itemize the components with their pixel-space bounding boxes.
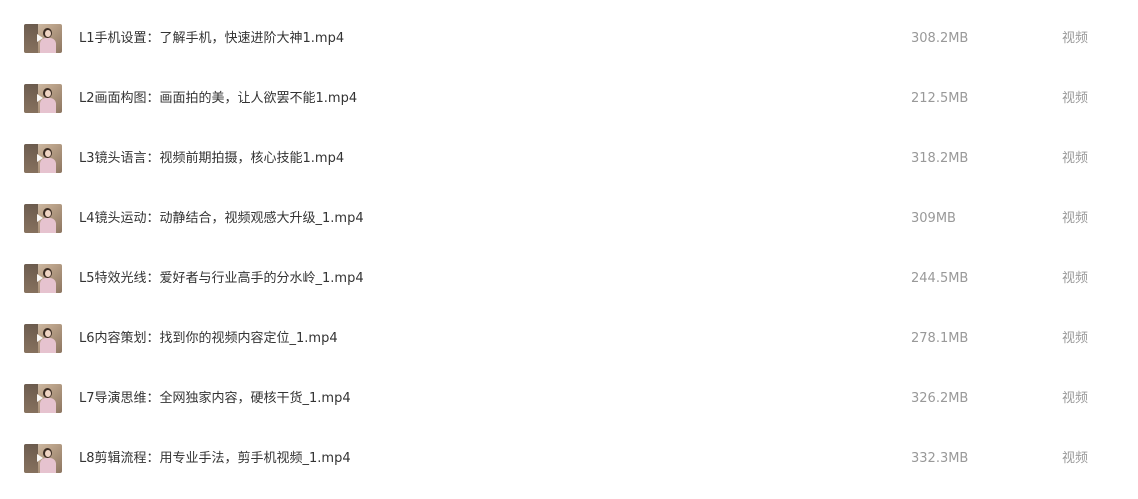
- file-size: 212.5MB: [911, 91, 969, 106]
- file-row[interactable]: L6内容策划：找到你的视频内容定位_1.mp4 278.1MB 视频: [0, 309, 1138, 369]
- file-row[interactable]: L1手机设置：了解手机，快速进阶大神1.mp4 308.2MB 视频: [0, 9, 1138, 69]
- file-type: 视频: [1062, 451, 1089, 466]
- play-icon: [37, 154, 43, 162]
- file-type: 视频: [1062, 331, 1089, 346]
- file-type: 视频: [1062, 151, 1089, 166]
- file-size: 278.1MB: [911, 331, 969, 346]
- file-row[interactable]: L2画面构图：画面拍的美，让人欲罢不能1.mp4 212.5MB 视频: [0, 69, 1138, 129]
- file-name[interactable]: L4镜头运动：动静结合，视频观感大升级_1.mp4: [79, 189, 364, 249]
- video-thumbnail-icon: [24, 384, 62, 413]
- file-row[interactable]: L3镜头语言：视频前期拍摄，核心技能1.mp4 318.2MB 视频: [0, 129, 1138, 189]
- video-thumbnail-icon: [24, 264, 62, 293]
- file-name[interactable]: L7导演思维：全网独家内容，硬核干货_1.mp4: [79, 369, 351, 429]
- file-size: 309MB: [911, 211, 956, 226]
- play-icon: [37, 274, 43, 282]
- file-row[interactable]: L4镜头运动：动静结合，视频观感大升级_1.mp4 309MB 视频: [0, 189, 1138, 249]
- video-thumbnail-icon: [24, 24, 62, 53]
- file-type: 视频: [1062, 211, 1089, 226]
- video-thumbnail-icon: [24, 84, 62, 113]
- file-size: 244.5MB: [911, 271, 969, 286]
- file-size: 308.2MB: [911, 31, 969, 46]
- file-name[interactable]: L6内容策划：找到你的视频内容定位_1.mp4: [79, 309, 338, 369]
- file-type: 视频: [1062, 391, 1089, 406]
- file-size: 326.2MB: [911, 391, 969, 406]
- file-type: 视频: [1062, 31, 1089, 46]
- file-row[interactable]: L7导演思维：全网独家内容，硬核干货_1.mp4 326.2MB 视频: [0, 369, 1138, 429]
- play-icon: [37, 334, 43, 342]
- play-icon: [37, 34, 43, 42]
- file-name[interactable]: L2画面构图：画面拍的美，让人欲罢不能1.mp4: [79, 69, 357, 129]
- file-name[interactable]: L5特效光线：爱好者与行业高手的分水岭_1.mp4: [79, 249, 364, 309]
- video-thumbnail-icon: [24, 444, 62, 473]
- file-name[interactable]: L1手机设置：了解手机，快速进阶大神1.mp4: [79, 9, 344, 69]
- video-thumbnail-icon: [24, 144, 62, 173]
- file-size: 332.3MB: [911, 451, 969, 466]
- file-row[interactable]: L5特效光线：爱好者与行业高手的分水岭_1.mp4 244.5MB 视频: [0, 249, 1138, 309]
- video-thumbnail-icon: [24, 324, 62, 353]
- file-list: L1手机设置：了解手机，快速进阶大神1.mp4 308.2MB 视频 L2画面构…: [0, 0, 1138, 499]
- play-icon: [37, 454, 43, 462]
- play-icon: [37, 214, 43, 222]
- file-name[interactable]: L3镜头语言：视频前期拍摄，核心技能1.mp4: [79, 129, 344, 189]
- play-icon: [37, 394, 43, 402]
- play-icon: [37, 94, 43, 102]
- file-name[interactable]: L8剪辑流程：用专业手法，剪手机视频_1.mp4: [79, 429, 351, 489]
- file-type: 视频: [1062, 91, 1089, 106]
- file-row[interactable]: L8剪辑流程：用专业手法，剪手机视频_1.mp4 332.3MB 视频: [0, 429, 1138, 489]
- file-type: 视频: [1062, 271, 1089, 286]
- video-thumbnail-icon: [24, 204, 62, 233]
- file-size: 318.2MB: [911, 151, 969, 166]
